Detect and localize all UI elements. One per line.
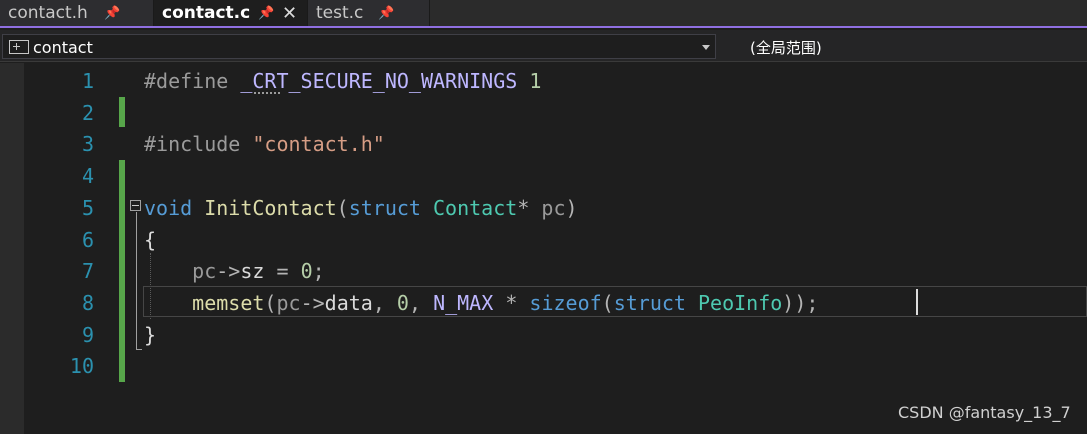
number-literal: 0	[396, 291, 409, 315]
pin-icon[interactable]: 📌	[378, 6, 394, 21]
line-number: 1	[81, 69, 94, 93]
glyph-margin	[0, 63, 24, 434]
line-number: 8	[81, 291, 94, 315]
parameter: pc	[541, 196, 566, 220]
collapse-icon[interactable]	[130, 200, 141, 211]
tab-test-c[interactable]: test.c 📌	[308, 0, 430, 26]
line-number: 5	[81, 196, 94, 220]
punctuation: (	[264, 291, 277, 315]
macro-name: N_MAX	[433, 291, 494, 315]
parameter: pc	[276, 291, 301, 315]
close-icon[interactable]: ✕	[282, 3, 297, 24]
punctuation: }	[144, 323, 157, 347]
tab-label: contact.h	[8, 3, 88, 23]
macro-value: 1	[529, 69, 542, 93]
punctuation: ,	[408, 291, 434, 315]
keyword: struct	[613, 291, 686, 315]
code-line-5: void InitContact(struct Contact* pc)	[144, 192, 578, 224]
type-name: PeoInfo	[698, 291, 783, 315]
line-number: 10	[69, 354, 94, 378]
line-number: 9	[81, 323, 94, 347]
project-icon	[9, 40, 29, 54]
punctuation: ->	[300, 291, 325, 315]
punctuation: ,	[372, 291, 397, 315]
change-marker	[119, 160, 125, 382]
keyword: void	[144, 196, 193, 220]
outline-guide-end	[136, 349, 142, 350]
macro-name: _CRT_SECURE_NO_WARNINGS	[240, 69, 518, 93]
code-line-9: }	[144, 319, 156, 351]
field-name: sz	[240, 259, 265, 283]
change-marker	[119, 97, 125, 127]
tab-contact-c[interactable]: contact.c 📌 ✕	[154, 0, 308, 26]
tab-label: test.c	[316, 3, 364, 23]
pin-icon[interactable]: 📌	[258, 6, 274, 21]
line-number: 3	[81, 132, 94, 156]
field-name: data	[324, 291, 373, 315]
punctuation: )	[565, 196, 578, 220]
preprocessor-directive: #define	[144, 69, 229, 93]
punctuation: ;	[312, 259, 325, 283]
code-editor[interactable]: 1 2 3 4 5 6 7 8 9 10 #define _CRT_SECURE…	[0, 63, 1087, 434]
punctuation: {	[144, 228, 157, 252]
outline-guide	[136, 212, 137, 350]
text-caret	[916, 289, 918, 315]
line-number: 2	[81, 101, 94, 125]
navigation-bar: contact (全局范围)	[0, 30, 1087, 62]
member-scope-dropdown[interactable]: (全局范围)	[750, 37, 822, 58]
project-scope-label: contact	[33, 38, 93, 57]
punctuation: ->	[216, 259, 241, 283]
punctuation: =	[264, 259, 301, 283]
tab-contact-h[interactable]: contact.h 📌	[0, 0, 154, 26]
line-number: 7	[81, 259, 94, 283]
keyword: sizeof	[529, 291, 602, 315]
watermark: CSDN @fantasy_13_7	[898, 403, 1071, 422]
preprocessor-directive: #include	[144, 132, 241, 156]
code-line-3: #include "contact.h"	[144, 128, 385, 160]
code-line-8: memset(pc->data, 0, N_MAX * sizeof(struc…	[144, 287, 818, 319]
type-name: Contact	[433, 196, 518, 220]
suggestion-squiggle	[254, 91, 280, 94]
parameter: pc	[192, 259, 217, 283]
chevron-down-icon[interactable]	[702, 45, 710, 50]
number-literal: 0	[300, 259, 313, 283]
punctuation: *	[493, 291, 530, 315]
include-path: "contact.h"	[252, 132, 385, 156]
punctuation: *	[517, 196, 530, 220]
function-name: memset	[192, 291, 265, 315]
code-line-1: #define _CRT_SECURE_NO_WARNINGS 1	[144, 65, 541, 97]
code-line-7: pc->sz = 0;	[144, 255, 325, 287]
punctuation: (	[601, 291, 614, 315]
keyword: struct	[348, 196, 421, 220]
line-number: 4	[81, 164, 94, 188]
code-line-6: {	[144, 224, 156, 256]
function-name: InitContact	[204, 196, 337, 220]
tab-label: contact.c	[162, 3, 251, 23]
project-scope-dropdown[interactable]: contact	[2, 34, 716, 59]
punctuation: (	[336, 196, 349, 220]
pin-icon[interactable]: 📌	[104, 6, 120, 21]
document-tab-strip: contact.h 📌 contact.c 📌 ✕ test.c 📌	[0, 0, 1087, 28]
line-number: 6	[81, 228, 94, 252]
punctuation: ));	[782, 291, 819, 315]
